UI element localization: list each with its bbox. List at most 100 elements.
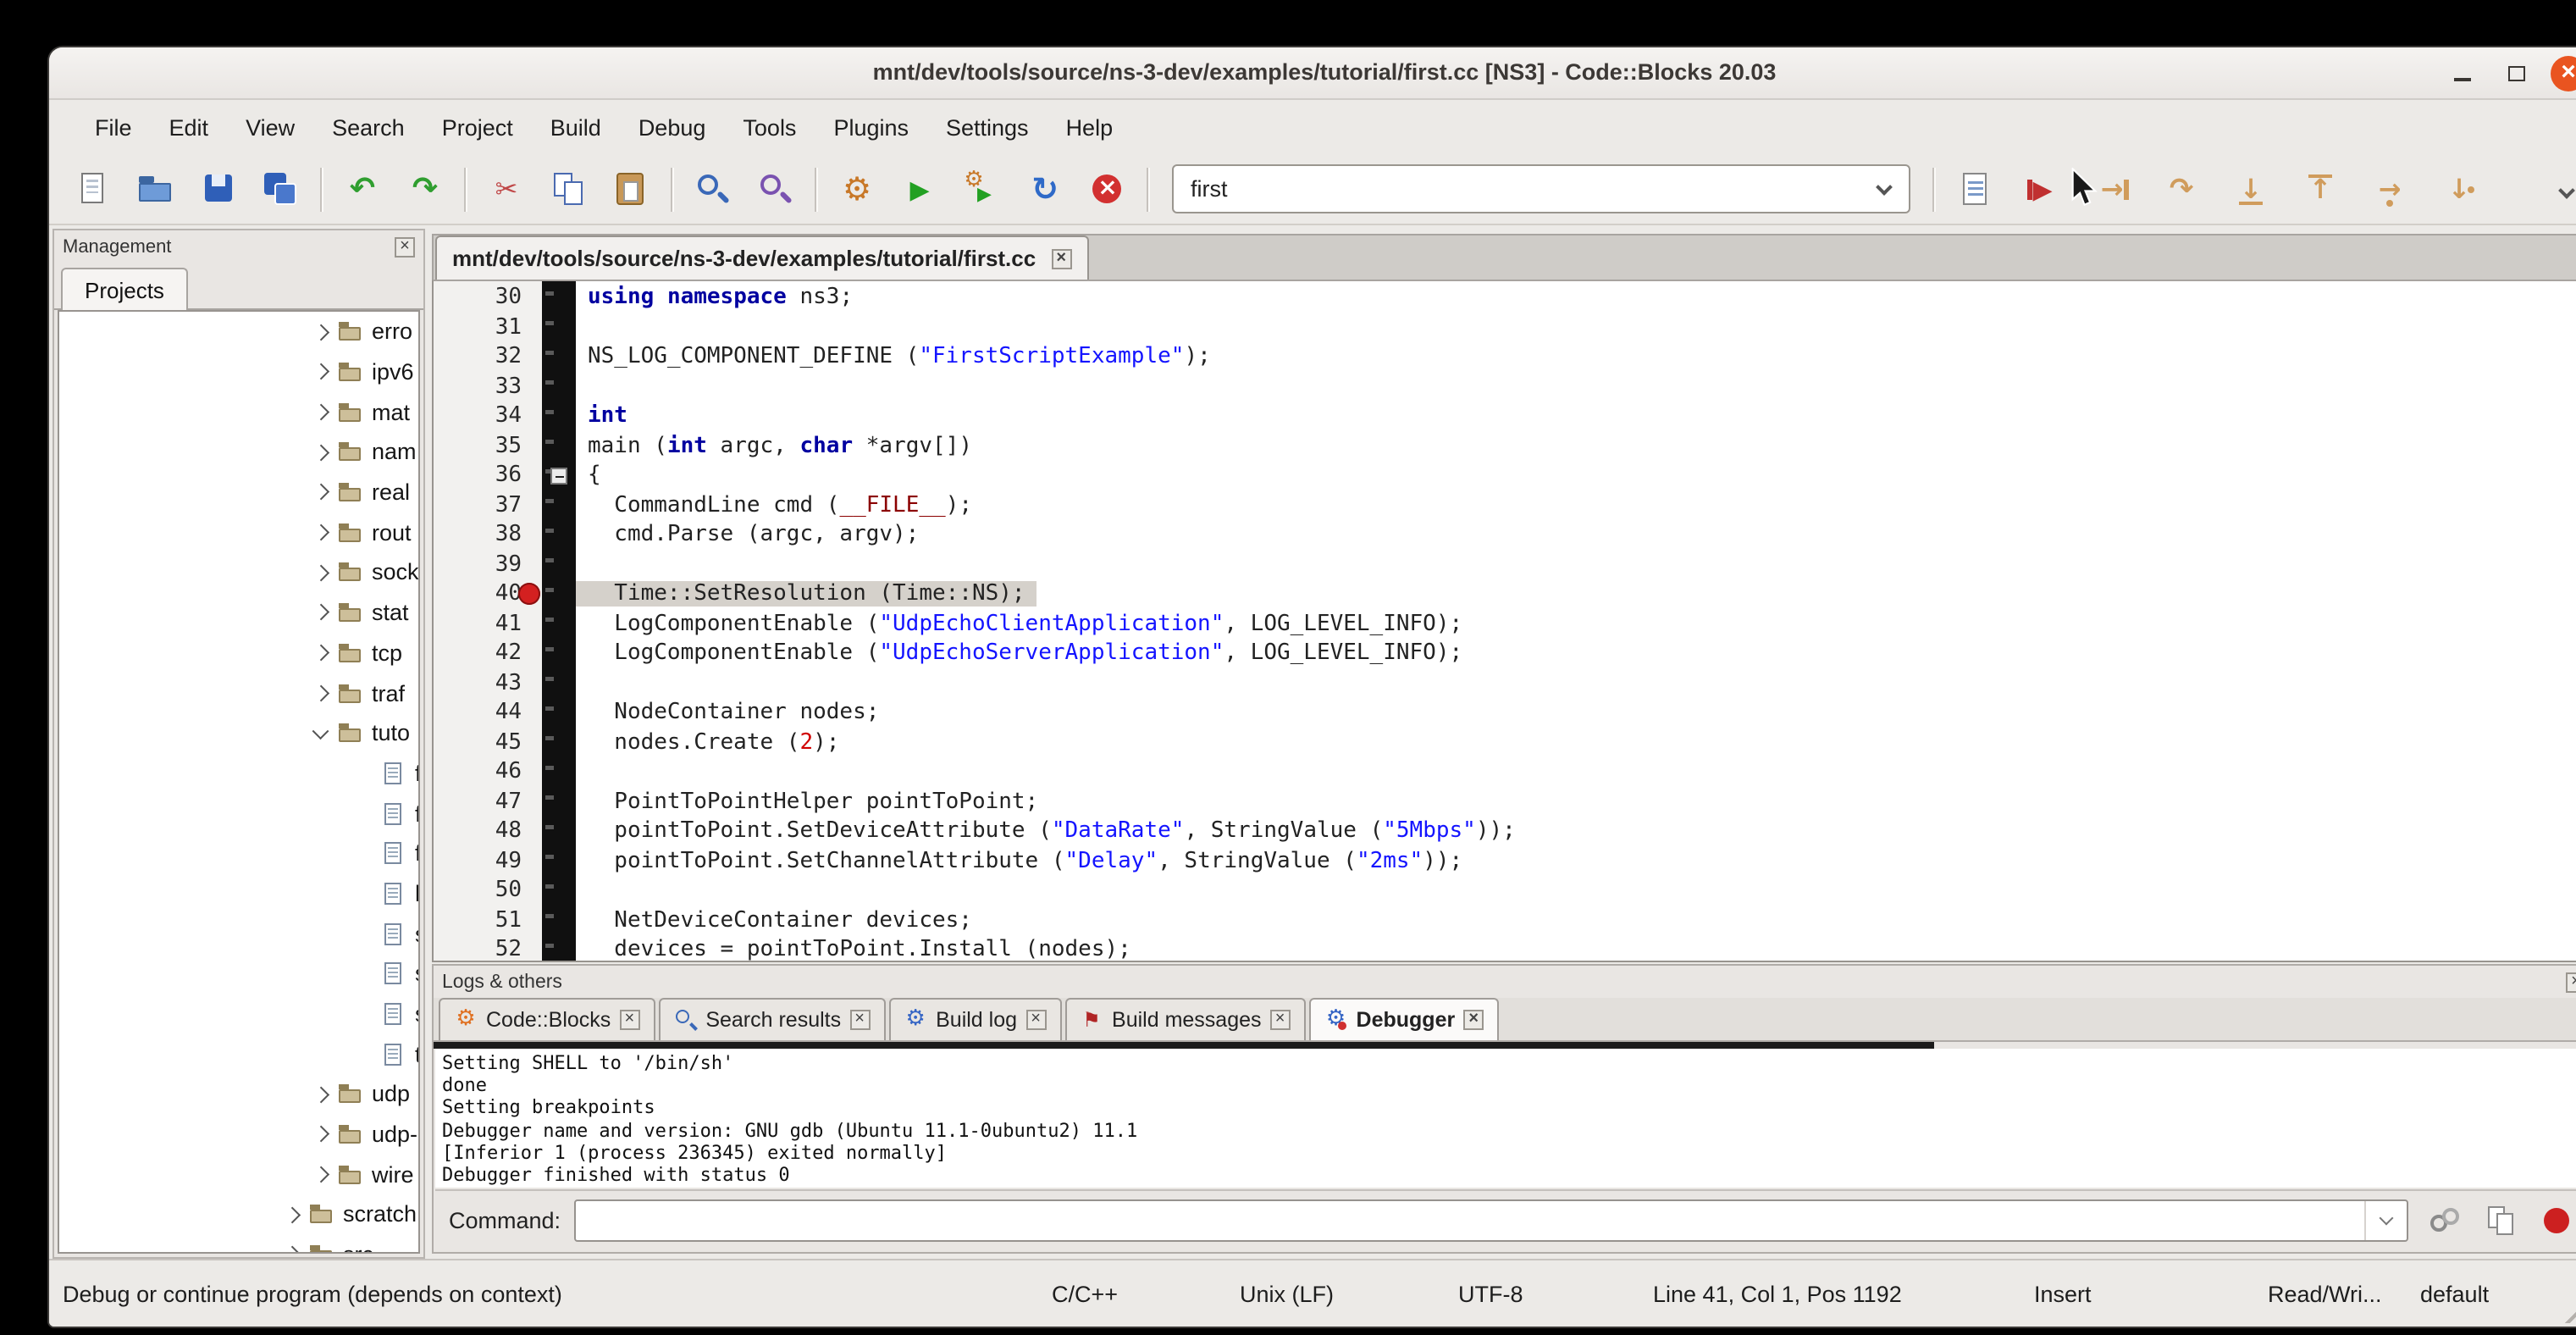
breakpoint-icon[interactable] [518, 583, 540, 605]
tree-item-nam[interactable]: nam [59, 432, 418, 472]
fold-marker-icon[interactable] [550, 468, 567, 485]
tree-item-fif[interactable]: fif [59, 753, 418, 793]
tree-item-wire[interactable]: wire [59, 1155, 418, 1194]
code-line-50[interactable]: 50 [434, 876, 2576, 906]
chevron-down-icon[interactable] [312, 723, 328, 738]
find-button[interactable] [689, 165, 737, 213]
menu-search[interactable]: Search [313, 114, 423, 140]
chevron-right-icon[interactable] [312, 685, 328, 701]
menu-project[interactable]: Project [423, 114, 532, 140]
minimize-button[interactable] [2442, 53, 2483, 93]
tab-projects[interactable]: Projects [61, 268, 188, 310]
code-editor[interactable]: 30using namespace ns3;3132NS_LOG_COMPONE… [432, 280, 2576, 962]
code-line-36[interactable]: 36{ [434, 461, 2576, 490]
run-button[interactable] [896, 165, 943, 213]
code-line-39[interactable]: 39 [434, 550, 2576, 579]
tree-item-scratch[interactable]: scratch [59, 1194, 418, 1234]
close-panel-icon[interactable] [395, 236, 415, 257]
close-tab-icon[interactable] [849, 1010, 870, 1030]
chevron-right-icon[interactable] [312, 1087, 328, 1102]
tree-item-th[interactable]: th [59, 1034, 418, 1074]
menu-settings[interactable]: Settings [927, 114, 1048, 140]
tree-item-traf[interactable]: traf [59, 673, 418, 712]
tree-item-he[interactable]: he [59, 873, 418, 913]
code-line-51[interactable]: 51 NetDeviceContainer devices; [434, 906, 2576, 935]
code-line-42[interactable]: 42 LogComponentEnable ("UdpEchoServerApp… [434, 639, 2576, 668]
paste-button[interactable] [608, 165, 655, 213]
abort-build-button[interactable] [1084, 165, 1131, 213]
tab-build-messages[interactable]: Build messages [1064, 998, 1306, 1040]
command-history-button[interactable] [2364, 1201, 2407, 1240]
tab-build-log[interactable]: Build log [888, 998, 1061, 1040]
menu-build[interactable]: Build [532, 114, 620, 140]
build-button[interactable] [833, 165, 881, 213]
code-line-37[interactable]: 37 CommandLine cmd (__FILE__); [434, 490, 2576, 520]
cut-button[interactable] [483, 165, 530, 213]
step-into-instruction-button[interactable] [2435, 165, 2483, 213]
menu-help[interactable]: Help [1048, 114, 1132, 140]
logs-scrollbar[interactable] [434, 1042, 1934, 1049]
code-line-35[interactable]: 35main (int argc, char *argv[]) [434, 431, 2576, 461]
tab-code-blocks[interactable]: Code::Blocks [439, 998, 655, 1040]
code-line-40[interactable]: 40 Time::SetResolution (Time::NS); [434, 579, 2576, 609]
code-line-32[interactable]: 32NS_LOG_COMPONENT_DEFINE ("FirstScriptE… [434, 342, 2576, 372]
code-line-43[interactable]: 43 [434, 668, 2576, 698]
code-line-49[interactable]: 49 pointToPoint.SetChannelAttribute ("De… [434, 846, 2576, 876]
menu-debug[interactable]: Debug [620, 114, 725, 140]
step-out-button[interactable] [2297, 165, 2344, 213]
new-file-button[interactable] [69, 165, 117, 213]
code-line-33[interactable]: 33 [434, 372, 2576, 402]
save-button[interactable] [195, 165, 242, 213]
tree-item-fo[interactable]: fo [59, 834, 418, 873]
chevron-right-icon[interactable] [312, 485, 328, 500]
debugger-output[interactable]: Setting SHELL to '/bin/sh'doneSetting br… [435, 1049, 2576, 1188]
undo-button[interactable] [339, 165, 386, 213]
chevron-right-icon[interactable] [312, 364, 328, 379]
close-tab-icon[interactable] [1051, 248, 1071, 269]
attach-button[interactable] [2422, 1199, 2468, 1242]
chevron-right-icon[interactable] [312, 565, 328, 580]
close-tab-icon[interactable] [1270, 1010, 1291, 1030]
tree-item-si[interactable]: si [59, 994, 418, 1033]
code-line-44[interactable]: 44 NodeContainer nodes; [434, 698, 2576, 728]
menu-view[interactable]: View [227, 114, 313, 140]
maximize-button[interactable] [2496, 53, 2537, 93]
code-line-38[interactable]: 38 cmd.Parse (argc, argv); [434, 520, 2576, 550]
code-line-46[interactable]: 46 [434, 757, 2576, 787]
tab-debugger[interactable]: Debugger [1309, 998, 1500, 1040]
menu-tools[interactable]: Tools [724, 114, 815, 140]
stop-button[interactable] [2534, 1199, 2576, 1242]
close-tab-icon[interactable] [1463, 1010, 1484, 1030]
menu-file[interactable]: File [76, 114, 151, 140]
tree-item-mat[interactable]: mat [59, 392, 418, 432]
close-tab-icon[interactable] [619, 1010, 639, 1030]
chevron-right-icon[interactable] [284, 1247, 299, 1254]
code-line-31[interactable]: 31 [434, 313, 2576, 342]
next-instruction-button[interactable] [2366, 165, 2413, 213]
tree-item-fir[interactable]: fir [59, 794, 418, 834]
save-all-button[interactable] [257, 165, 305, 213]
tree-item-sock[interactable]: sock [59, 552, 418, 592]
toolbar-overflow-button[interactable] [2561, 174, 2573, 204]
tree-item-erro[interactable]: erro [59, 312, 418, 352]
step-into-button[interactable] [2227, 165, 2275, 213]
tree-item-se[interactable]: se [59, 954, 418, 994]
tree-item-src[interactable]: src [59, 1235, 418, 1254]
build-and-run-button[interactable] [959, 165, 1006, 213]
menu-plugins[interactable]: Plugins [815, 114, 927, 140]
code-line-34[interactable]: 34int [434, 402, 2576, 431]
chevron-right-icon[interactable] [312, 1166, 328, 1182]
tree-item-udp[interactable]: udp- [59, 1115, 418, 1155]
chevron-right-icon[interactable] [312, 324, 328, 339]
resize-grip[interactable] [2559, 1286, 2576, 1323]
tab-search-results[interactable]: Search results [658, 998, 885, 1040]
chevron-right-icon[interactable] [312, 605, 328, 620]
chevron-right-icon[interactable] [284, 1207, 299, 1222]
tree-item-udp[interactable]: udp [59, 1074, 418, 1114]
tree-item-tcp[interactable]: tcp [59, 633, 418, 673]
tree-item-ipv6[interactable]: ipv6 [59, 352, 418, 391]
code-line-41[interactable]: 41 LogComponentEnable ("UdpEchoClientApp… [434, 609, 2576, 639]
close-button[interactable] [2551, 55, 2576, 91]
copy-button[interactable] [545, 165, 593, 213]
tree-item-real[interactable]: real [59, 473, 418, 512]
